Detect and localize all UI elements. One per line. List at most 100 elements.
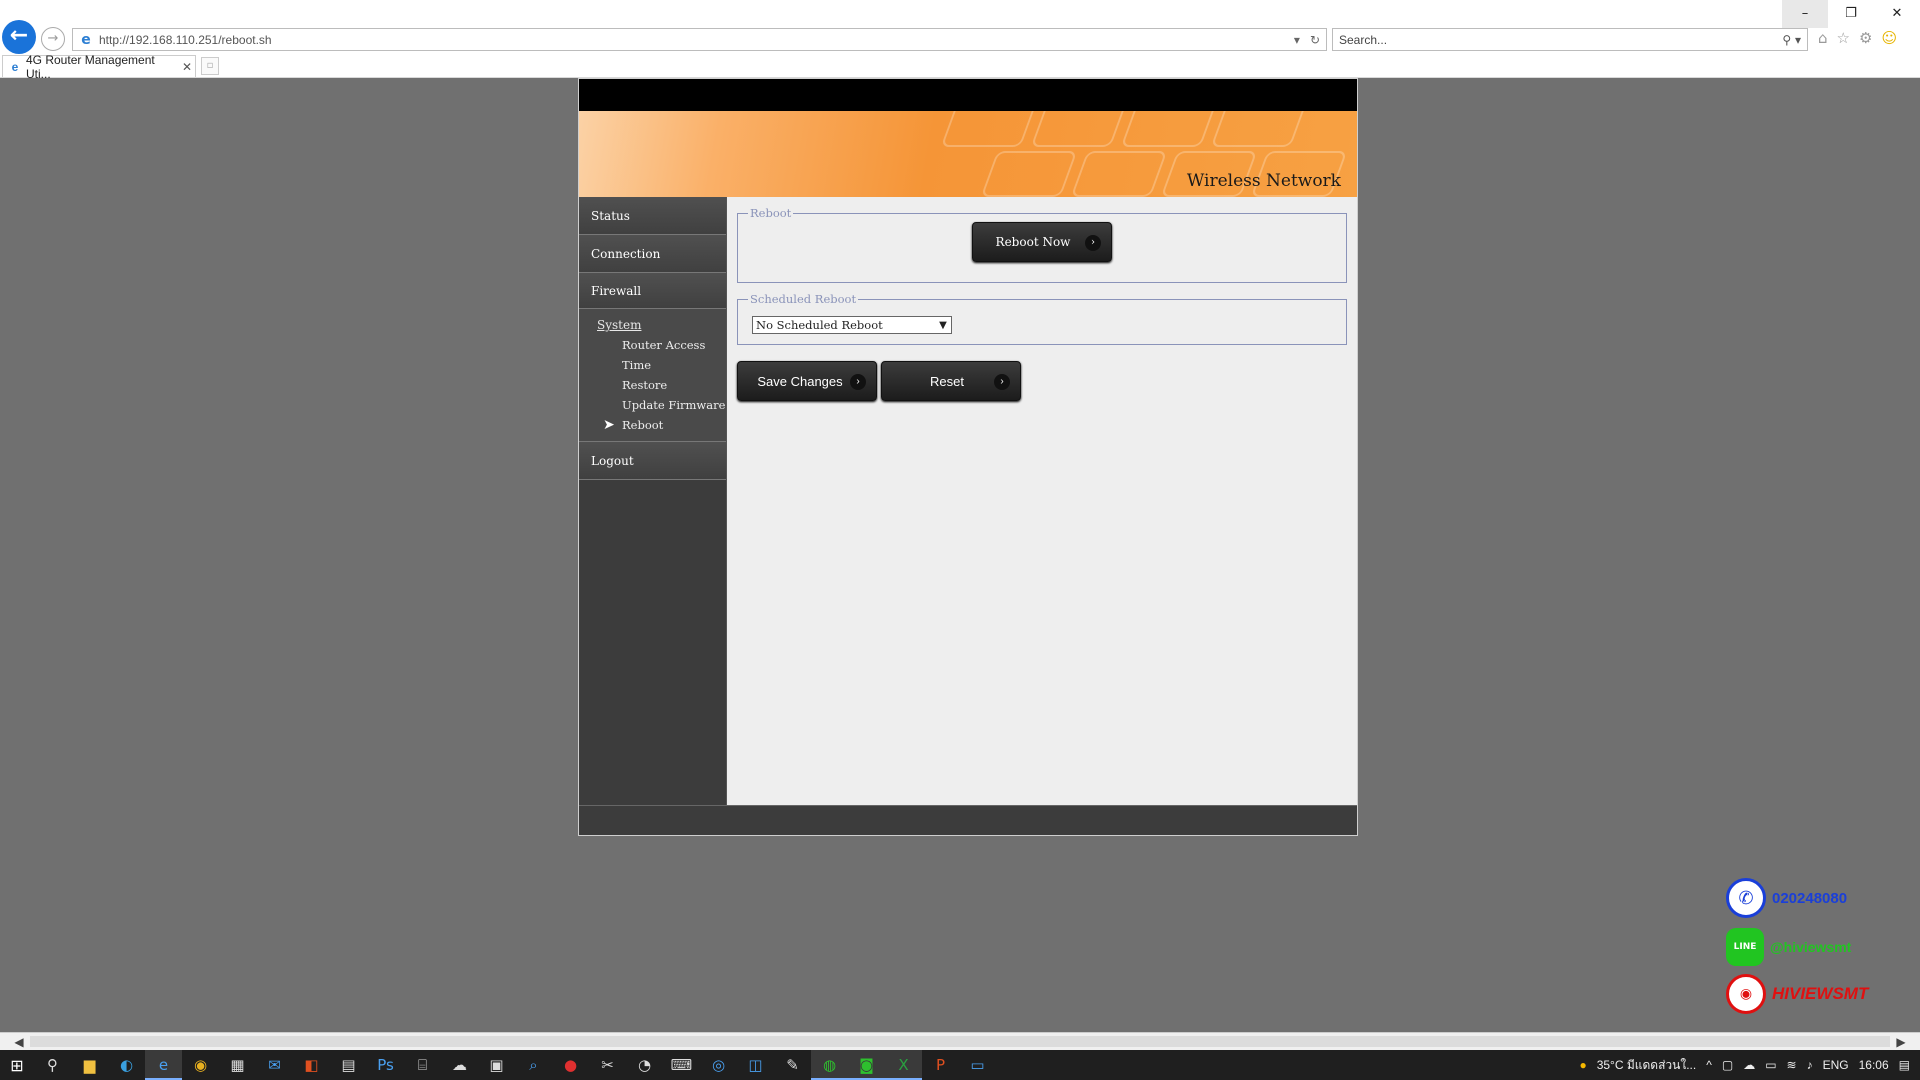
- scroll-left-icon[interactable]: ◀: [10, 1033, 28, 1051]
- wechat-icon[interactable]: ◍: [811, 1050, 848, 1080]
- terminal-icon[interactable]: ⌨: [663, 1050, 700, 1080]
- update-firmware-label: Update Firmware: [622, 398, 726, 412]
- reboot-legend: Reboot: [748, 206, 794, 220]
- calculator-icon[interactable]: ▤: [330, 1050, 367, 1080]
- time-label: Time: [622, 358, 652, 372]
- sidebar-item-restore[interactable]: Restore: [579, 375, 726, 395]
- sidebar-item-time[interactable]: Time: [579, 355, 726, 375]
- line-taskbar-icon[interactable]: ◙: [848, 1050, 885, 1080]
- speedometer-icon[interactable]: ◔: [626, 1050, 663, 1080]
- paint-icon[interactable]: ✎: [774, 1050, 811, 1080]
- forward-arrow-icon[interactable]: →: [41, 27, 65, 51]
- tab-title: 4G Router Management Uti...: [26, 52, 155, 81]
- restore-button[interactable]: ❐: [1828, 0, 1874, 28]
- tray-chevron-icon[interactable]: ^: [1706, 1058, 1712, 1072]
- router-page: Wireless Network Status Connection Firew…: [578, 78, 1358, 836]
- scheduled-reboot-legend: Scheduled Reboot: [748, 292, 859, 306]
- browser-chrome: ← → e http://192.168.110.251/reboot.sh ▾…: [0, 0, 1920, 81]
- weather-sun-icon[interactable]: ●: [1579, 1058, 1586, 1072]
- tab-close-icon[interactable]: ✕: [179, 60, 195, 74]
- banner-title: Wireless Network: [1186, 171, 1341, 191]
- record-icon[interactable]: ●: [552, 1050, 589, 1080]
- feedback-smiley-icon[interactable]: ☺: [1881, 29, 1897, 47]
- reset-button[interactable]: Reset ›: [881, 361, 1021, 401]
- chrome-icon[interactable]: ◉: [182, 1050, 219, 1080]
- photoshop-icon[interactable]: Ps: [367, 1050, 404, 1080]
- chevron-right-icon: ›: [850, 374, 866, 390]
- scheduled-reboot-value: No Scheduled Reboot: [756, 318, 883, 332]
- weather-text[interactable]: 35°C มีแดดส่วนใ...: [1597, 1056, 1697, 1075]
- phone-icon: ✆: [1726, 878, 1766, 918]
- content-area: Reboot Reboot Now › Scheduled Reboot No …: [727, 197, 1357, 805]
- search-taskbar-icon[interactable]: ⚲: [34, 1050, 71, 1080]
- sidebar-item-update-firmware[interactable]: Update Firmware: [579, 395, 726, 415]
- browser-tab[interactable]: e 4G Router Management Uti... ✕: [2, 53, 196, 81]
- language-indicator[interactable]: ENG: [1823, 1058, 1849, 1072]
- windows-start-icon[interactable]: ⊞: [0, 1056, 34, 1075]
- edge-icon[interactable]: ◐: [108, 1050, 145, 1080]
- cloud-drive-icon[interactable]: ☁: [441, 1050, 478, 1080]
- store-icon[interactable]: ▦: [219, 1050, 256, 1080]
- phone-number: 020248080: [1772, 889, 1848, 907]
- phone-contact: ✆ 020248080: [1726, 878, 1847, 918]
- excel-icon[interactable]: X: [885, 1050, 922, 1080]
- wifi-icon[interactable]: ≋: [1787, 1058, 1797, 1072]
- scroll-thumb[interactable]: [30, 1036, 1890, 1047]
- sidebar-item-router-access[interactable]: Router Access: [579, 335, 726, 355]
- tray-app-icon[interactable]: ▢: [1722, 1058, 1733, 1072]
- brand-contact: ◉ HIVIEWSMT: [1726, 974, 1868, 1014]
- sidebar-item-firewall[interactable]: Firewall: [579, 273, 726, 309]
- line-contact: LINE @hiviewsmt: [1726, 928, 1851, 966]
- sidebar: Status Connection Firewall System Router…: [579, 197, 727, 805]
- scheduled-reboot-select[interactable]: No Scheduled Reboot ▼: [752, 316, 952, 334]
- dropdown-icon[interactable]: ▾: [1294, 33, 1300, 47]
- sidebar-item-status[interactable]: Status: [579, 197, 726, 235]
- battery-icon[interactable]: ▭: [1765, 1058, 1776, 1072]
- tab-ie-icon: e: [11, 59, 19, 74]
- close-window-button[interactable]: ✕: [1874, 0, 1920, 28]
- settings-gear-icon[interactable]: ⚙: [1859, 29, 1872, 47]
- chevron-right-icon: ›: [994, 374, 1010, 390]
- remote-desktop-icon[interactable]: ▭: [959, 1050, 996, 1080]
- refresh-icon[interactable]: ↻: [1310, 33, 1320, 47]
- save-changes-label: Save Changes: [757, 373, 843, 389]
- app-window-icon[interactable]: ▣: [478, 1050, 515, 1080]
- scroll-right-icon[interactable]: ▶: [1892, 1033, 1910, 1051]
- mail-icon[interactable]: ✉: [256, 1050, 293, 1080]
- favorites-star-icon[interactable]: ☆: [1837, 29, 1850, 47]
- clock[interactable]: 16:06: [1859, 1058, 1889, 1072]
- sidebar-item-logout[interactable]: Logout: [579, 442, 726, 480]
- address-bar[interactable]: e http://192.168.110.251/reboot.sh ▾ ↻: [72, 28, 1327, 51]
- line-id: @hiviewsmt: [1770, 939, 1852, 955]
- sidebar-item-system[interactable]: System: [579, 315, 726, 335]
- search-input[interactable]: Search... ⚲ ▾: [1332, 28, 1808, 51]
- ie-page-icon: e: [81, 31, 91, 48]
- internet-explorer-icon[interactable]: e: [145, 1050, 182, 1080]
- home-icon[interactable]: ⌂: [1818, 29, 1828, 47]
- search-icon[interactable]: ⚲ ▾: [1782, 33, 1807, 47]
- reset-label: Reset: [930, 373, 964, 389]
- new-tab-button[interactable]: ▫: [201, 57, 219, 75]
- save-changes-button[interactable]: Save Changes ›: [737, 361, 877, 401]
- outlook-icon[interactable]: ◫: [737, 1050, 774, 1080]
- sidebar-item-connection[interactable]: Connection: [579, 235, 726, 273]
- brand-logo-icon: ◉: [1726, 974, 1766, 1014]
- volume-icon[interactable]: ♪: [1807, 1058, 1813, 1072]
- notifications-icon[interactable]: ▤: [1899, 1058, 1910, 1072]
- taskbar: ⊞ ⚲ ▆ ◐ e ◉ ▦ ✉ ◧ ▤ Ps ⌸ ☁ ▣ ⌕ ● ✂ ◔ ⌨ ◎…: [0, 1050, 1920, 1080]
- powerpoint-icon[interactable]: P: [922, 1050, 959, 1080]
- onedrive-icon[interactable]: ☁: [1743, 1058, 1755, 1072]
- horizontal-scrollbar[interactable]: ◀ ▶: [0, 1032, 1920, 1050]
- camera-app-icon[interactable]: ◎: [700, 1050, 737, 1080]
- sidebar-item-reboot[interactable]: ➤ Reboot: [579, 415, 726, 435]
- magnifier-app-icon[interactable]: ⌕: [515, 1050, 552, 1080]
- network-icon[interactable]: ⌸: [404, 1050, 441, 1080]
- file-explorer-icon[interactable]: ▆: [71, 1050, 108, 1080]
- reboot-now-button[interactable]: Reboot Now ›: [972, 222, 1112, 262]
- office-icon[interactable]: ◧: [293, 1050, 330, 1080]
- search-placeholder: Search...: [1339, 32, 1388, 47]
- back-arrow-icon[interactable]: ←: [2, 20, 36, 54]
- minimize-button[interactable]: –: [1782, 0, 1828, 28]
- tools-icon[interactable]: ✂: [589, 1050, 626, 1080]
- url-text[interactable]: http://192.168.110.251/reboot.sh: [99, 33, 1294, 47]
